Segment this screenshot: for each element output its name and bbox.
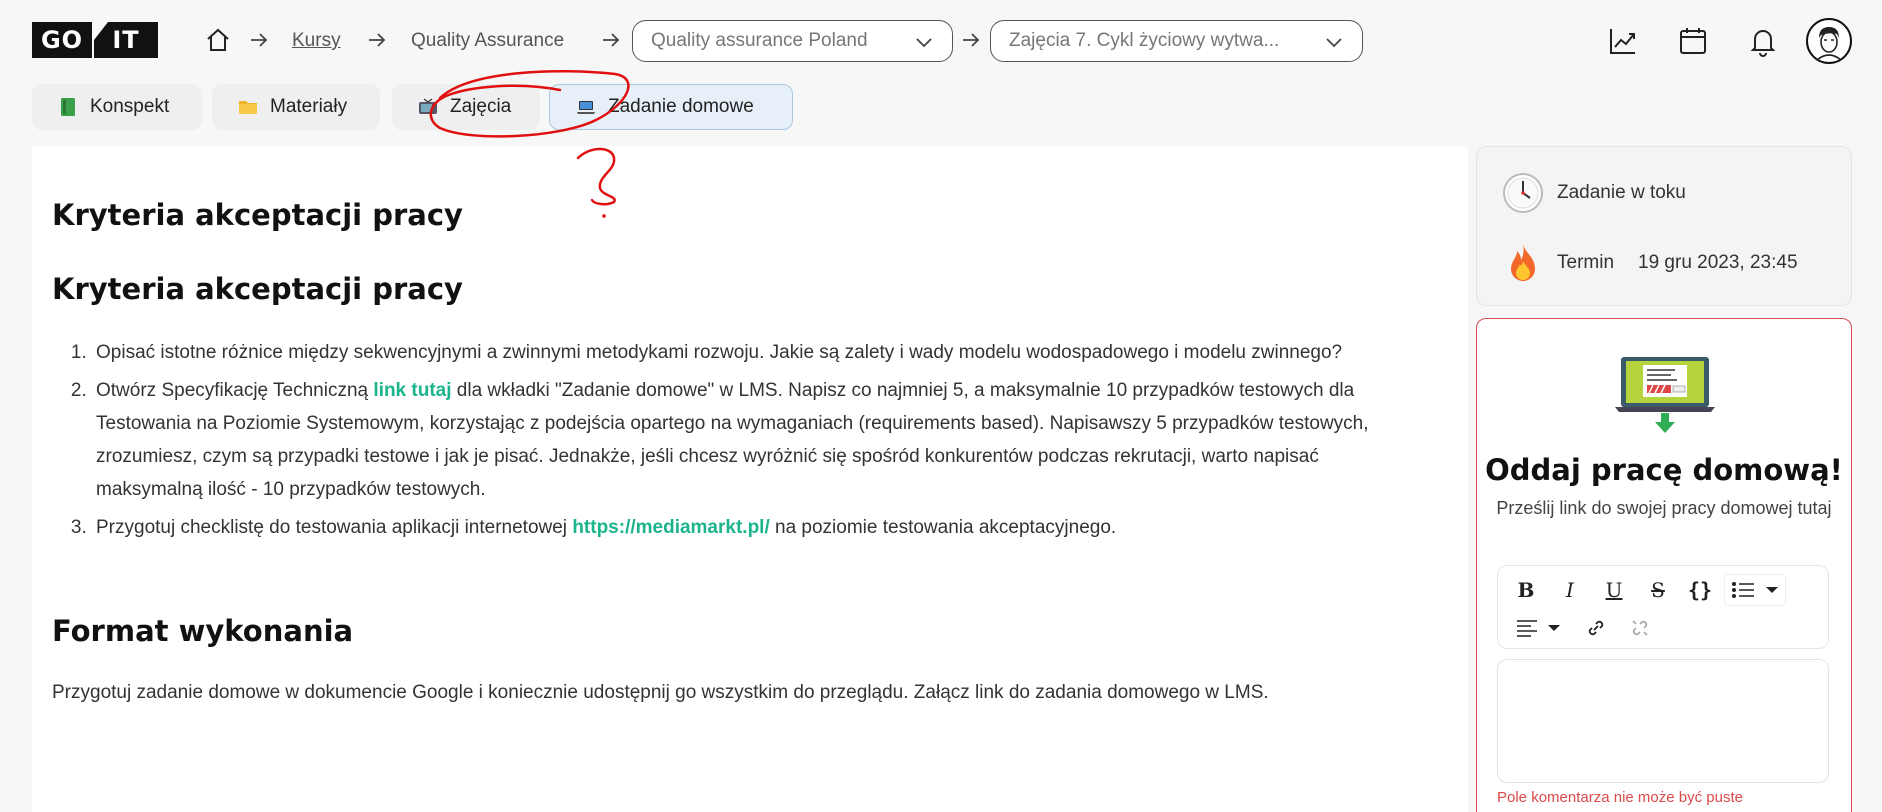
tab-label: Konspekt xyxy=(90,96,170,117)
homework-status-panel: Zadanie w toku Termin 19 gru 2023, 23:45 xyxy=(1476,146,1852,306)
chart-icon[interactable] xyxy=(1606,24,1640,58)
user-avatar-icon xyxy=(1810,22,1848,61)
underline-button[interactable]: U xyxy=(1598,574,1630,606)
align-dropdown-button[interactable] xyxy=(1510,612,1572,644)
tab-label: Materiały xyxy=(270,96,348,117)
chevron-down-icon xyxy=(916,38,932,48)
tab-zajecia[interactable]: Zajęcia xyxy=(392,84,540,130)
list-item-text: Otwórz Specyfikację Techniczną xyxy=(96,380,374,401)
tab-label: Zadanie domowe xyxy=(608,96,754,117)
deadline-label: Termin xyxy=(1557,252,1615,273)
arrow-right-icon xyxy=(251,33,268,47)
breadcrumb-course[interactable]: Quality Assurance xyxy=(411,30,564,52)
deadline-value: 19 gru 2023, 23:45 xyxy=(1638,252,1798,273)
bold-button[interactable]: B xyxy=(1510,574,1542,606)
calendar-icon[interactable] xyxy=(1676,24,1710,58)
arrow-right-icon xyxy=(963,33,980,47)
submit-title: Oddaj pracę domową! xyxy=(1485,453,1843,487)
content-heading: Kryteria akceptacji pracy xyxy=(52,198,463,232)
fire-icon xyxy=(1511,244,1535,281)
top-header: GO IT Kursy Quality Assurance Quality as… xyxy=(0,0,1882,80)
unlink-icon xyxy=(1632,620,1648,636)
arrow-right-icon xyxy=(369,33,386,47)
content-heading: Kryteria akceptacji pracy xyxy=(52,272,463,306)
comment-editor[interactable] xyxy=(1497,659,1829,783)
tab-materialy[interactable]: Materiały xyxy=(212,84,380,130)
unlink-button[interactable] xyxy=(1624,612,1656,644)
mediamarkt-link[interactable]: https://mediamarkt.pl/ xyxy=(572,517,769,538)
list-item-text: na poziomie testowania akceptacyjnego. xyxy=(769,517,1117,538)
status-row: Zadanie w toku xyxy=(1501,171,1686,215)
arrow-right-icon xyxy=(603,33,620,47)
lesson-select-value: Zajęcia 7. Cykl życiowy wytwa... xyxy=(1009,30,1280,51)
submit-homework-panel: Oddaj pracę domową! Prześlij link do swo… xyxy=(1476,318,1852,812)
lesson-select[interactable]: Zajęcia 7. Cykl życiowy wytwa... xyxy=(990,20,1363,62)
deadline-row: Termin 19 gru 2023, 23:45 xyxy=(1501,241,1798,285)
editor-toolbar: B I U S {} xyxy=(1497,565,1829,649)
list-dropdown-button[interactable] xyxy=(1724,574,1786,606)
link-icon xyxy=(1588,620,1604,636)
list-item: Przygotuj checklistę do testowania aplik… xyxy=(92,511,1422,544)
group-select-value: Quality assurance Poland xyxy=(651,30,868,51)
clock-icon xyxy=(1503,173,1543,213)
tab-zadanie-domowe[interactable]: Zadanie domowe xyxy=(549,84,793,130)
content-heading: Format wykonania xyxy=(52,614,354,648)
tab-konspekt[interactable]: Konspekt xyxy=(32,84,202,130)
bullet-list-icon xyxy=(1732,582,1778,598)
laptop-icon xyxy=(576,97,596,117)
homework-content: Kryteria akceptacji pracy Kryteria akcep… xyxy=(32,146,1468,812)
validation-error: Pole komentarza nie może być puste xyxy=(1497,789,1743,806)
breadcrumb-kursy[interactable]: Kursy xyxy=(292,30,341,52)
strikethrough-button[interactable]: S xyxy=(1642,574,1674,606)
link-button[interactable] xyxy=(1580,612,1612,644)
avatar[interactable] xyxy=(1806,18,1852,64)
logo-it: IT xyxy=(94,22,158,58)
list-item-text: Opisać istotne różnice między sekwencyjn… xyxy=(96,342,1343,363)
goit-logo[interactable]: GO IT xyxy=(32,22,158,58)
status-text: Zadanie w toku xyxy=(1557,182,1686,203)
spec-link[interactable]: link tutaj xyxy=(373,380,451,401)
bell-icon[interactable] xyxy=(1746,24,1780,58)
logo-go: GO xyxy=(32,22,92,58)
list-item: Otwórz Specyfikację Techniczną link tuta… xyxy=(92,374,1422,506)
list-item: Opisać istotne różnice między sekwencyjn… xyxy=(92,336,1422,369)
submit-subtitle: Prześlij link do swojej pracy domowej tu… xyxy=(1496,498,1832,518)
tv-icon xyxy=(418,97,438,117)
laptop-upload-illustration xyxy=(1615,357,1715,433)
home-icon[interactable] xyxy=(204,26,232,54)
folder-icon xyxy=(238,97,258,117)
criteria-list: Opisać istotne różnice między sekwencyjn… xyxy=(92,336,1422,549)
align-left-icon xyxy=(1517,620,1560,637)
list-item-text: Przygotuj checklistę do testowania aplik… xyxy=(96,517,573,538)
green-book-icon xyxy=(58,97,78,117)
tab-label: Zajęcia xyxy=(450,96,512,117)
code-button[interactable]: {} xyxy=(1684,574,1716,606)
italic-button[interactable]: I xyxy=(1554,574,1586,606)
group-select[interactable]: Quality assurance Poland xyxy=(632,20,953,62)
format-paragraph: Przygotuj zadanie domowe w dokumencie Go… xyxy=(52,682,1269,703)
chevron-down-icon xyxy=(1326,38,1342,48)
